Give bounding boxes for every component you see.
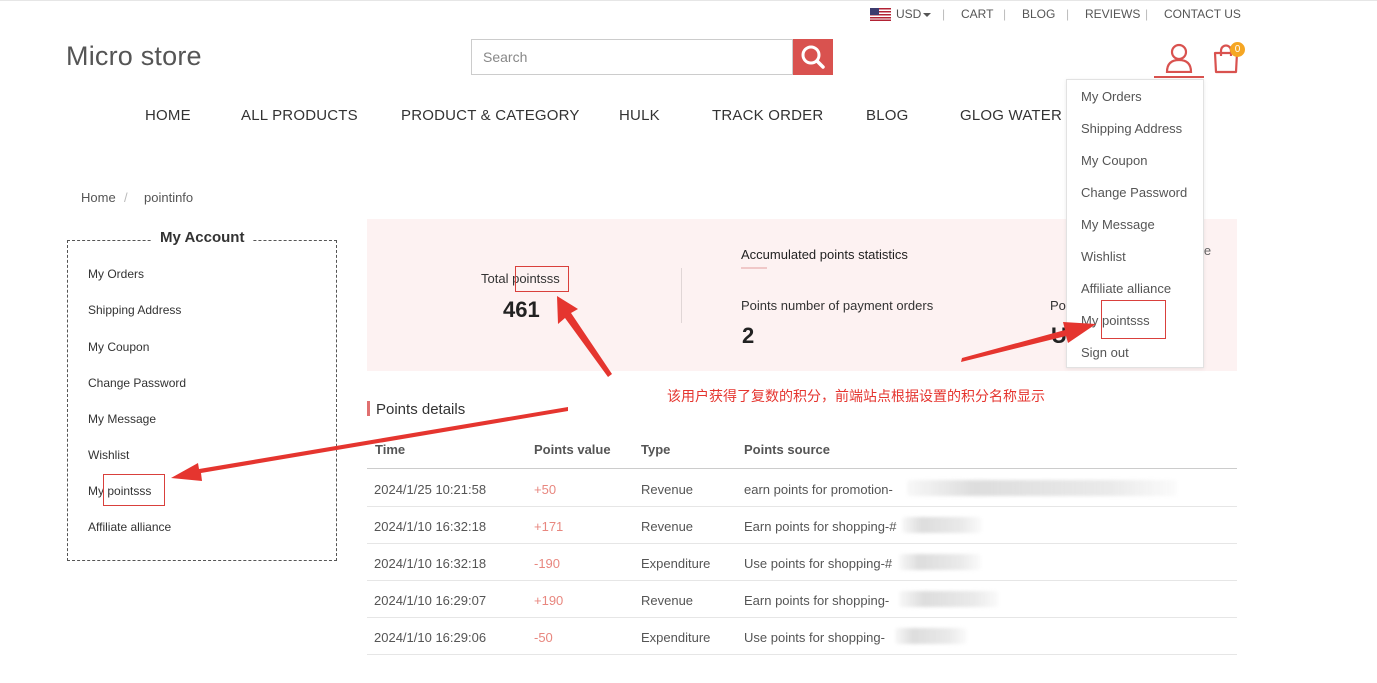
table-header-divider <box>367 468 1237 469</box>
blog-link[interactable]: BLOG <box>1022 7 1055 21</box>
cart-count-badge: 0 <box>1230 42 1245 57</box>
row-points-value: +190 <box>534 593 564 608</box>
store-logo[interactable]: Micro store <box>66 41 202 72</box>
column-header-points-source: Points source <box>744 442 830 457</box>
sidebar-item-affiliate-alliance[interactable]: Affiliate alliance <box>88 520 171 534</box>
row-type: Revenue <box>641 519 694 534</box>
redacted-blur <box>899 554 981 570</box>
details-title-accent <box>367 401 370 416</box>
user-account-icon[interactable] <box>1165 43 1193 73</box>
nav-track-order[interactable]: TRACK ORDER <box>712 107 823 124</box>
annotation-box-dropdown-points <box>1101 300 1166 339</box>
search-icon <box>801 45 825 69</box>
contact-us-link[interactable]: CONTACT US <box>1164 7 1241 21</box>
row-points-value: +171 <box>534 519 564 534</box>
search-input[interactable] <box>471 39 793 75</box>
row-type: Revenue <box>641 593 694 608</box>
account-active-indicator <box>1154 76 1204 78</box>
redacted-blur <box>902 517 982 533</box>
column-header-type: Type <box>641 442 671 457</box>
dropdown-item-wishlist[interactable]: Wishlist <box>1081 249 1126 264</box>
redacted-blur <box>907 480 1177 496</box>
nav-product-category[interactable]: PRODUCT & CATEGORY <box>401 107 580 124</box>
sidebar-item-wishlist[interactable]: Wishlist <box>88 448 129 462</box>
row-source: Use points for shopping- <box>744 630 885 645</box>
table-row: 2024/1/10 16:32:18 +171 Revenue Earn poi… <box>367 507 1237 544</box>
search-button[interactable] <box>793 39 833 75</box>
row-source: Earn points for shopping-# <box>744 519 897 534</box>
row-time: 2024/1/10 16:29:07 <box>374 593 487 608</box>
sidebar-title: My Account <box>152 229 253 246</box>
redacted-blur <box>899 591 999 607</box>
chevron-down-icon <box>923 12 932 17</box>
currency-selector[interactable]: USD <box>896 7 932 21</box>
row-time: 2024/1/10 16:32:18 <box>374 519 487 534</box>
column-header-time: Time <box>375 442 406 457</box>
row-points-value: +50 <box>534 482 557 497</box>
points-details-title: Points details <box>376 401 466 418</box>
dropdown-item-my-message[interactable]: My Message <box>1081 217 1155 232</box>
sidebar-item-my-orders[interactable]: My Orders <box>88 267 144 281</box>
row-time: 2024/1/10 16:32:18 <box>374 556 487 571</box>
annotation-box-total-points <box>515 266 569 292</box>
dropdown-item-affiliate-alliance[interactable]: Affiliate alliance <box>1081 281 1171 296</box>
sidebar-item-my-message[interactable]: My Message <box>88 412 156 426</box>
cart-link[interactable]: CART <box>961 7 993 21</box>
top-utility-bar: USD | CART | BLOG | REVIEWS | CONTACT US <box>0 0 1377 27</box>
dropdown-item-my-orders[interactable]: My Orders <box>1081 89 1142 104</box>
nav-all-products[interactable]: ALL PRODUCTS <box>241 107 358 124</box>
table-row: 2024/1/10 16:29:07 +190 Revenue Earn poi… <box>367 581 1237 618</box>
breadcrumb-home[interactable]: Home <box>81 190 116 205</box>
payment-orders-value: 2 <box>742 323 755 348</box>
table-row: 2024/1/10 16:29:06 -50 Expenditure Use p… <box>367 618 1237 655</box>
row-time: 2024/1/25 10:21:58 <box>374 482 487 497</box>
row-source: earn points for promotion- <box>744 482 893 497</box>
row-source: Earn points for shopping- <box>744 593 890 608</box>
partial-stat-value: U <box>1051 323 1067 348</box>
nav-blog[interactable]: BLOG <box>866 107 908 124</box>
row-type: Expenditure <box>641 556 711 571</box>
table-row: 2024/1/25 10:21:58 +50 Revenue earn poin… <box>367 470 1237 507</box>
account-sidebar: My Orders Shipping Address My Coupon Cha… <box>67 240 337 561</box>
payment-orders-label: Points number of payment orders <box>741 298 934 313</box>
dropdown-item-my-coupon[interactable]: My Coupon <box>1081 153 1147 168</box>
dropdown-item-sign-out[interactable]: Sign out <box>1081 345 1129 360</box>
row-source: Use points for shopping-# <box>744 556 893 571</box>
row-type: Revenue <box>641 482 694 497</box>
total-points-value: 461 <box>503 297 540 322</box>
nav-hulk[interactable]: HULK <box>619 107 660 124</box>
row-points-value: -190 <box>534 556 561 571</box>
row-points-value: -50 <box>534 630 553 645</box>
row-time: 2024/1/10 16:29:06 <box>374 630 487 645</box>
nav-glog-water[interactable]: GLOG WATER <box>960 107 1062 124</box>
annotation-box-sidebar-points <box>103 474 165 506</box>
accumulated-title: Accumulated points statistics <box>741 247 908 262</box>
reviews-link[interactable]: REVIEWS <box>1085 7 1140 21</box>
annotation-note: 该用户获得了复数的积分，前端站点根据设置的积分名称显示 <box>667 388 1045 404</box>
accumulated-underline <box>741 267 767 269</box>
column-header-points-value: Points value <box>534 442 611 457</box>
sidebar-item-shipping-address[interactable]: Shipping Address <box>88 303 181 317</box>
us-flag-icon <box>870 8 891 21</box>
table-row: 2024/1/10 16:32:18 -190 Expenditure Use … <box>367 544 1237 581</box>
nav-home[interactable]: HOME <box>145 107 191 124</box>
sidebar-item-my-coupon[interactable]: My Coupon <box>88 340 149 354</box>
stats-divider <box>681 268 682 323</box>
breadcrumb-current: pointinfo <box>144 190 194 205</box>
dropdown-item-shipping-address[interactable]: Shipping Address <box>1081 121 1182 136</box>
row-type: Expenditure <box>641 630 711 645</box>
sidebar-item-change-password[interactable]: Change Password <box>88 376 186 390</box>
redacted-blur <box>895 628 967 644</box>
partial-stat-label: Po <box>1050 298 1066 313</box>
dropdown-item-change-password[interactable]: Change Password <box>1081 185 1187 200</box>
